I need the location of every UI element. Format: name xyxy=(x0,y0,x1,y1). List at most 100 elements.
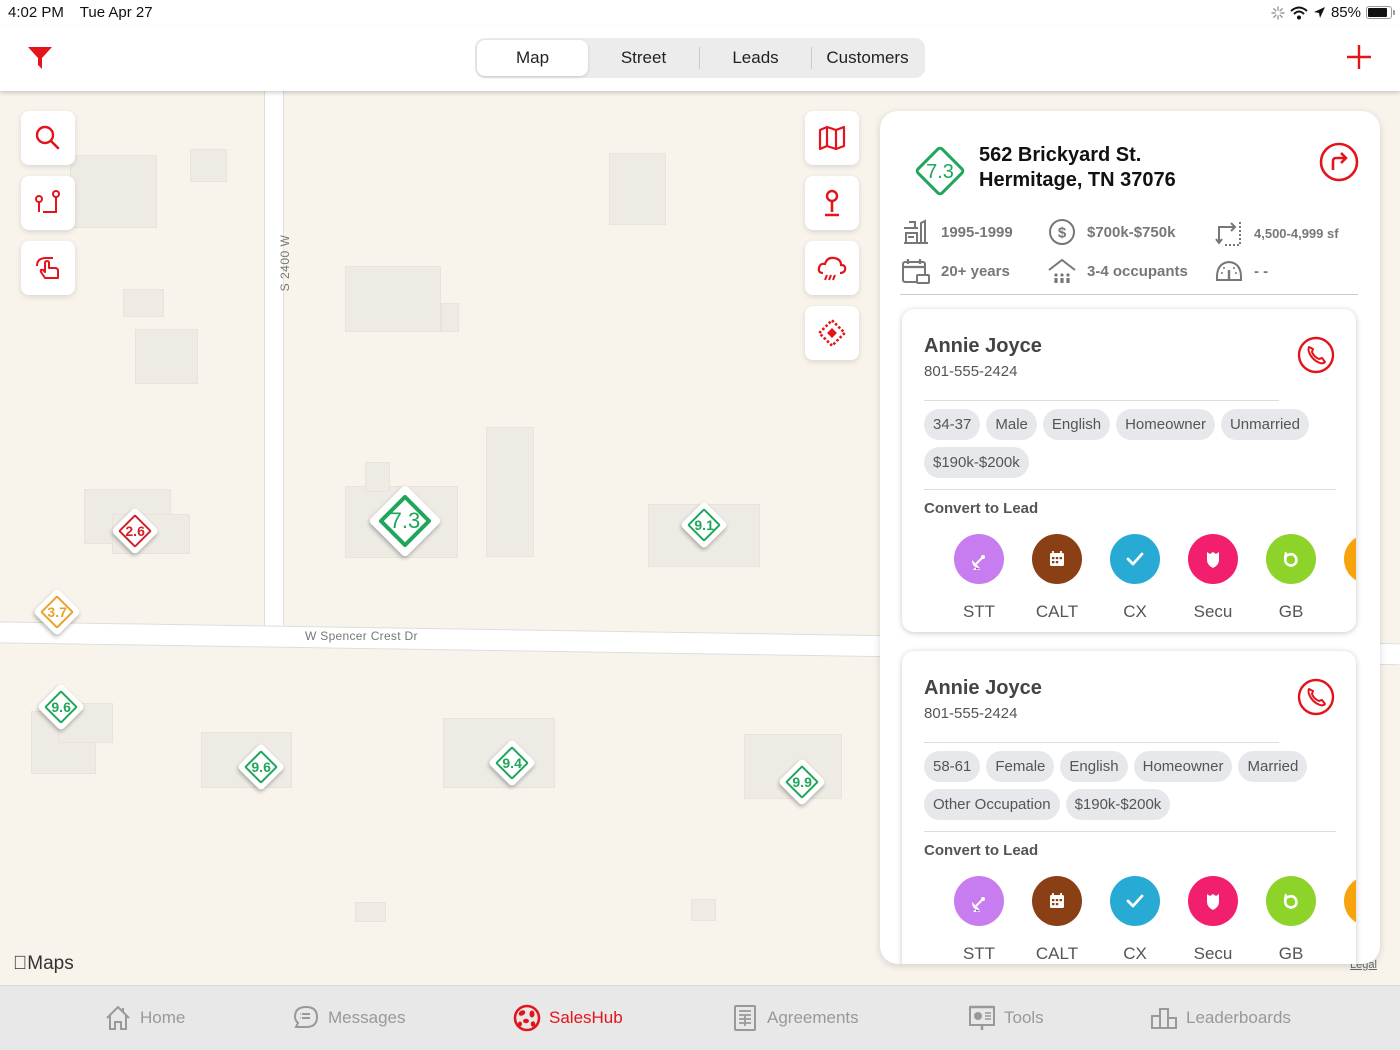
calendar-icon xyxy=(1050,551,1064,566)
contact-phone[interactable]: 801-555-2424 xyxy=(924,363,1017,380)
property-marker[interactable]: 3.7 xyxy=(33,588,82,637)
demographic-chip[interactable]: 58-61 xyxy=(924,751,981,782)
demographic-chip[interactable]: Married xyxy=(1238,751,1308,782)
shield-icon xyxy=(1207,894,1219,910)
building-crane-icon xyxy=(904,219,928,244)
building xyxy=(135,329,198,384)
building xyxy=(70,155,157,228)
lead-action-more[interactable] xyxy=(1344,534,1356,622)
contact-card: Annie Joyce 801-555-2424 34-37 Male English H… xyxy=(902,309,1356,632)
lead-action-cx[interactable]: CX xyxy=(1110,876,1160,964)
property-marker[interactable]: 7.3 xyxy=(368,484,442,558)
lead-action-calt[interactable]: CALT xyxy=(1032,534,1082,622)
property-marker[interactable]: 9.6 xyxy=(37,683,86,732)
property-marker[interactable]: 2.6 xyxy=(111,507,160,556)
area-select-button[interactable] xyxy=(805,306,859,360)
lead-status-actions: STT CALT CX Secu GB xyxy=(954,534,1356,622)
property-marker[interactable]: 9.6 xyxy=(237,743,286,792)
lead-action-cx[interactable]: CX xyxy=(1110,534,1160,622)
tab-tools-label: Tools xyxy=(1004,1008,1044,1027)
calendar-icon xyxy=(1050,893,1064,908)
lead-action-label: GB xyxy=(1278,944,1304,963)
lead-action-label: GB xyxy=(1278,602,1304,621)
tab-agreements[interactable]: Agreements xyxy=(731,1004,859,1032)
contact-phone[interactable]: 801-555-2424 xyxy=(924,705,1017,722)
weather-button[interactable] xyxy=(805,241,859,295)
lead-action-gb[interactable]: GB xyxy=(1266,876,1316,964)
location-arrow-icon xyxy=(1313,7,1325,18)
maps-attribution-text: Maps xyxy=(13,953,73,974)
tab-map[interactable]: Map xyxy=(477,40,588,76)
nav-bar: Map Street Leads Customers xyxy=(0,26,1400,91)
tab-leads[interactable]: Leads xyxy=(700,40,811,76)
stat-year-built: 1995-1999 xyxy=(901,218,1013,246)
property-marker[interactable]: 9.4 xyxy=(488,739,537,788)
address-line-2: Hermitage, TN 37076 xyxy=(979,169,1176,191)
messages-icon xyxy=(293,1005,319,1028)
tab-leaderboards[interactable]: Leaderboards xyxy=(1150,1004,1291,1032)
bottom-tab-bar: Home Messages SalesHub Agreements Tools … xyxy=(0,985,1400,1050)
demographic-chip[interactable]: Male xyxy=(986,409,1037,440)
drop-pin-button[interactable] xyxy=(805,176,859,230)
lead-action-stt[interactable]: STT xyxy=(954,876,1004,964)
lead-action-circle xyxy=(954,534,1004,584)
tab-tools[interactable]: Tools xyxy=(968,1004,1044,1032)
map-layers-button[interactable] xyxy=(805,111,859,165)
tab-street[interactable]: Street xyxy=(588,40,699,76)
lead-action-label: CX xyxy=(1123,944,1147,963)
demographic-chip[interactable]: English xyxy=(1060,751,1128,782)
lead-action-stt[interactable]: STT xyxy=(954,534,1004,622)
lead-action-circle xyxy=(1110,534,1160,584)
phone-icon[interactable] xyxy=(1296,335,1336,375)
demographic-chip[interactable]: Homeowner xyxy=(1116,409,1215,440)
route-button[interactable] xyxy=(21,176,75,230)
lead-action-calt[interactable]: CALT xyxy=(1032,876,1082,964)
demographic-chip[interactable]: Other Occupation xyxy=(924,789,1060,820)
phone-icon[interactable] xyxy=(1296,677,1336,717)
view-segmented-control: Map Street Leads Customers xyxy=(475,38,925,78)
demographic-chip[interactable]: $190k-$200k xyxy=(1065,789,1171,820)
property-detail-panel: 7.3 562 Brickyard St. Hermitage, TN 3707… xyxy=(880,111,1380,964)
contact-name: Annie Joyce xyxy=(924,335,1042,357)
tab-customers[interactable]: Customers xyxy=(812,40,923,76)
stat-credit-value: - - xyxy=(1254,262,1269,280)
tab-home[interactable]: Home xyxy=(104,1004,185,1032)
demographic-chip[interactable]: 34-37 xyxy=(924,409,981,440)
lead-action-circle xyxy=(1344,876,1356,926)
lead-action-secu[interactable]: Secu xyxy=(1188,876,1238,964)
contact-card: Annie Joyce 801-555-2424 58-61 Female Englis… xyxy=(902,651,1356,964)
demographic-chip[interactable]: Female xyxy=(986,751,1055,782)
panel-divider xyxy=(900,294,1358,295)
map-layers-icon xyxy=(818,125,846,151)
demographic-chip[interactable]: Unmarried xyxy=(1220,409,1309,440)
marker-score: 9.6 xyxy=(251,759,271,776)
demographic-chip[interactable]: $190k-$200k xyxy=(924,447,1029,478)
tab-messages-label: Messages xyxy=(328,1008,406,1027)
marker-score: 9.9 xyxy=(792,774,812,791)
demographic-chip[interactable]: English xyxy=(1042,409,1111,440)
lead-action-secu[interactable]: Secu xyxy=(1188,534,1238,622)
plus-icon[interactable] xyxy=(1344,42,1374,72)
lead-action-circle xyxy=(1266,534,1316,584)
check-icon xyxy=(1126,894,1144,908)
marker-score: 9.4 xyxy=(502,755,522,772)
card-divider xyxy=(924,489,1336,490)
property-marker[interactable]: 9.1 xyxy=(680,501,729,550)
battery-icon xyxy=(1366,6,1395,19)
lead-action-label: STT xyxy=(962,944,996,963)
tab-customers-label: Customers xyxy=(826,48,909,67)
road-label-horizontal: W Spencer Crest Dr xyxy=(305,629,418,643)
filter-icon[interactable] xyxy=(26,44,54,72)
stat-year-built-value: 1995-1999 xyxy=(941,223,1013,241)
card-divider xyxy=(924,831,1336,832)
lead-action-gb[interactable]: GB xyxy=(1266,534,1316,622)
tap-select-button[interactable] xyxy=(21,241,75,295)
convert-to-lead-label: Convert to Lead xyxy=(924,842,1039,859)
property-marker[interactable]: 9.9 xyxy=(778,758,827,807)
directions-icon[interactable] xyxy=(1318,141,1360,183)
lead-action-more[interactable] xyxy=(1344,876,1356,964)
search-button[interactable] xyxy=(21,111,75,165)
tab-messages[interactable]: Messages xyxy=(292,1004,405,1032)
demographic-chip[interactable]: Homeowner xyxy=(1133,751,1233,782)
tab-saleshub[interactable]: SalesHub xyxy=(513,1004,623,1032)
